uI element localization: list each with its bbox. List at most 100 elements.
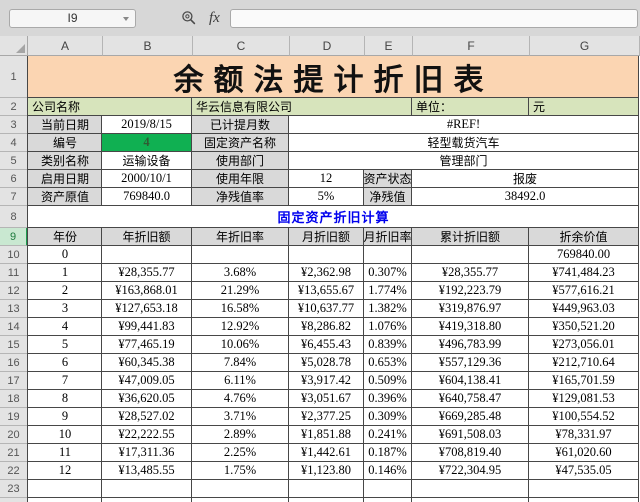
row-number[interactable]: 20 xyxy=(0,426,28,444)
table-cell[interactable]: 4.76% xyxy=(192,390,289,408)
table-cell[interactable] xyxy=(27,498,102,502)
row-number[interactable]: 3 xyxy=(0,116,28,134)
table-cell[interactable]: ¥78,331.97 xyxy=(529,426,639,444)
table-cell[interactable]: 0.509% xyxy=(364,372,412,390)
table-cell[interactable] xyxy=(289,480,364,498)
table-cell[interactable]: ¥273,056.01 xyxy=(529,336,639,354)
cell-asset-no-label[interactable]: 编号 xyxy=(27,134,102,152)
table-cell[interactable]: ¥60,345.38 xyxy=(102,354,192,372)
header-remaining-value[interactable]: 折余价值 xyxy=(529,228,639,246)
table-cell[interactable]: 1.382% xyxy=(364,300,412,318)
table-cell[interactable]: 16.58% xyxy=(192,300,289,318)
table-cell[interactable]: ¥192,223.79 xyxy=(412,282,529,300)
column-header-e[interactable]: E xyxy=(365,36,413,56)
cell-asset-name-label[interactable]: 固定资产名称 xyxy=(192,134,289,152)
table-cell[interactable]: 769840.00 xyxy=(529,246,639,264)
table-cell[interactable]: ¥10,637.77 xyxy=(289,300,364,318)
row-number[interactable]: 8 xyxy=(0,206,28,228)
table-cell[interactable] xyxy=(102,498,192,502)
table-cell[interactable]: ¥8,286.82 xyxy=(289,318,364,336)
cell-current-date-value[interactable]: 2019/8/15 xyxy=(102,116,192,134)
table-cell[interactable]: ¥449,963.03 xyxy=(529,300,639,318)
table-cell[interactable]: 0.307% xyxy=(364,264,412,282)
table-cell[interactable] xyxy=(192,246,289,264)
table-cell[interactable]: ¥47,535.05 xyxy=(529,462,639,480)
cell-start-date-label[interactable]: 启用日期 xyxy=(27,170,102,188)
table-cell[interactable]: ¥163,868.01 xyxy=(102,282,192,300)
sheet-title-cell[interactable]: 余额法提计折旧表 xyxy=(27,56,639,98)
table-cell[interactable]: 0.839% xyxy=(364,336,412,354)
table-cell[interactable]: 21.29% xyxy=(192,282,289,300)
cell-start-date-value[interactable]: 2000/10/1 xyxy=(102,170,192,188)
header-monthly-rate[interactable]: 月折旧率 xyxy=(364,228,412,246)
cell-asset-status-label[interactable]: 资产状态 xyxy=(364,170,412,188)
table-cell[interactable]: ¥61,020.60 xyxy=(529,444,639,462)
row-number[interactable]: 14 xyxy=(0,318,28,336)
table-cell[interactable]: ¥3,917.42 xyxy=(289,372,364,390)
header-annual-depreciation[interactable]: 年折旧额 xyxy=(102,228,192,246)
column-header-g[interactable]: G xyxy=(530,36,640,56)
cell-asset-name-value[interactable]: 轻型载货汽车 xyxy=(289,134,639,152)
table-cell[interactable]: ¥127,653.18 xyxy=(102,300,192,318)
table-cell[interactable]: 0.241% xyxy=(364,426,412,444)
table-cell[interactable]: 9 xyxy=(27,408,102,426)
column-header-f[interactable]: F xyxy=(413,36,530,56)
table-cell[interactable] xyxy=(364,498,412,502)
table-cell[interactable]: ¥77,465.19 xyxy=(102,336,192,354)
table-cell[interactable]: ¥604,138.41 xyxy=(412,372,529,390)
row-number[interactable]: 2 xyxy=(0,98,28,116)
header-accumulated-depreciation[interactable]: 累计折旧额 xyxy=(412,228,529,246)
row-number[interactable]: 5 xyxy=(0,152,28,170)
cell-department-value[interactable]: 管理部门 xyxy=(289,152,639,170)
table-cell[interactable]: ¥741,484.23 xyxy=(529,264,639,282)
row-number[interactable]: 10 xyxy=(0,246,28,264)
table-cell[interactable] xyxy=(192,498,289,502)
table-cell[interactable]: ¥36,620.05 xyxy=(102,390,192,408)
cell-department-label[interactable]: 使用部门 xyxy=(192,152,289,170)
row-number[interactable]: 16 xyxy=(0,354,28,372)
header-annual-rate[interactable]: 年折旧率 xyxy=(192,228,289,246)
table-cell[interactable]: ¥165,701.59 xyxy=(529,372,639,390)
table-cell[interactable]: 1.774% xyxy=(364,282,412,300)
table-cell[interactable]: 10 xyxy=(27,426,102,444)
table-cell[interactable] xyxy=(102,480,192,498)
row-number[interactable]: 18 xyxy=(0,390,28,408)
table-cell[interactable]: ¥319,876.97 xyxy=(412,300,529,318)
name-box-dropdown-icon[interactable] xyxy=(123,16,129,21)
header-year[interactable]: 年份 xyxy=(27,228,102,246)
row-number[interactable]: 12 xyxy=(0,282,28,300)
table-cell[interactable]: ¥691,508.03 xyxy=(412,426,529,444)
formula-input[interactable] xyxy=(229,8,638,28)
table-cell[interactable]: ¥1,851.88 xyxy=(289,426,364,444)
row-number[interactable]: 17 xyxy=(0,372,28,390)
row-number[interactable]: 21 xyxy=(0,444,28,462)
table-cell[interactable]: ¥640,758.47 xyxy=(412,390,529,408)
cell-original-value-label[interactable]: 资产原值 xyxy=(27,188,102,206)
table-cell[interactable]: 2.25% xyxy=(192,444,289,462)
table-cell[interactable] xyxy=(289,498,364,502)
row-number[interactable]: 13 xyxy=(0,300,28,318)
row-number[interactable]: 15 xyxy=(0,336,28,354)
cell-company-label[interactable]: 公司名称 xyxy=(27,98,192,116)
table-cell[interactable]: ¥1,123.80 xyxy=(289,462,364,480)
cell-residual-rate-value[interactable]: 5% xyxy=(289,188,364,206)
cell-section-title[interactable]: 固定资产折旧计算 xyxy=(27,206,639,228)
cell-residual-rate-label[interactable]: 净残值率 xyxy=(192,188,289,206)
table-cell[interactable] xyxy=(364,480,412,498)
table-cell[interactable]: ¥708,819.40 xyxy=(412,444,529,462)
row-number[interactable]: 24 xyxy=(0,498,28,502)
table-cell[interactable] xyxy=(192,480,289,498)
row-number[interactable]: 1 xyxy=(0,56,28,98)
table-cell[interactable]: 0 xyxy=(27,246,102,264)
table-cell[interactable]: 1.076% xyxy=(364,318,412,336)
table-cell[interactable] xyxy=(102,246,192,264)
table-cell[interactable]: 5 xyxy=(27,336,102,354)
table-cell[interactable]: ¥212,710.64 xyxy=(529,354,639,372)
table-cell[interactable]: 0.396% xyxy=(364,390,412,408)
table-cell[interactable]: 0.653% xyxy=(364,354,412,372)
cell-asset-no-value[interactable]: 4 xyxy=(102,134,192,152)
name-box[interactable]: I9 xyxy=(9,8,136,28)
table-cell[interactable]: ¥5,028.78 xyxy=(289,354,364,372)
table-cell[interactable]: ¥13,655.67 xyxy=(289,282,364,300)
table-cell[interactable] xyxy=(289,246,364,264)
